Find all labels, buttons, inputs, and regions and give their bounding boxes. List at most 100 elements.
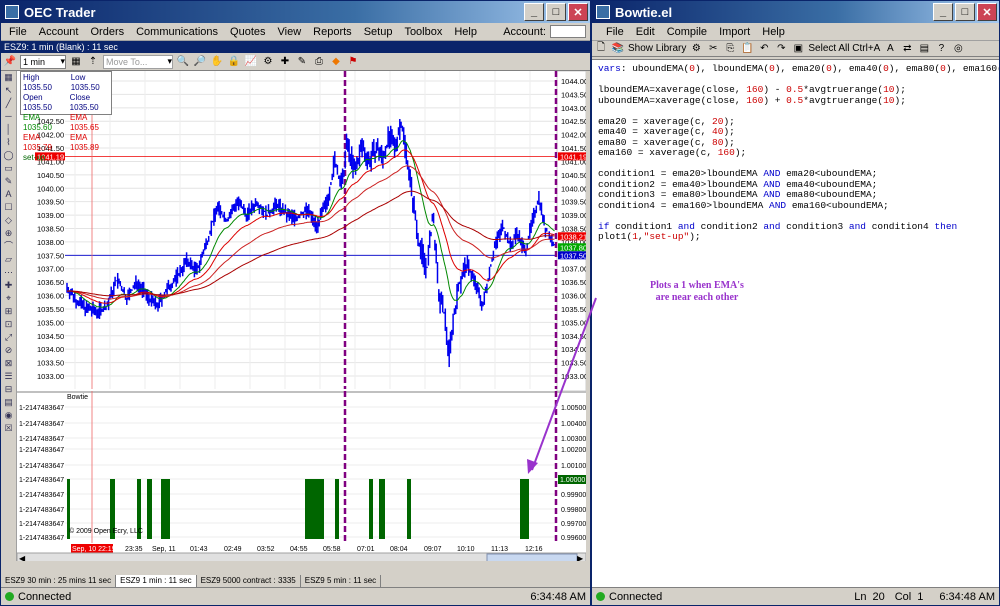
drawing-tool-icon[interactable]: │ bbox=[1, 123, 16, 136]
maximize-button[interactable]: □ bbox=[546, 3, 566, 21]
bars-icon[interactable]: ▦ bbox=[69, 55, 83, 69]
draw-icon[interactable]: ✎ bbox=[295, 55, 309, 69]
drawing-tool-icon[interactable]: ╱ bbox=[1, 97, 16, 110]
close-button[interactable]: ✕ bbox=[568, 3, 588, 21]
drawing-tool-icon[interactable]: ⊘ bbox=[1, 344, 16, 357]
find-icon[interactable]: A bbox=[883, 42, 897, 56]
left-price-tick-label: 1033.00 bbox=[37, 372, 64, 381]
drawing-tool-icon[interactable]: ▦ bbox=[1, 71, 16, 84]
drawing-tool-icon[interactable]: ☒ bbox=[1, 422, 16, 435]
drawing-tool-icon[interactable]: ▤ bbox=[1, 396, 16, 409]
settings-icon[interactable]: ⚙ bbox=[261, 55, 275, 69]
interval-select[interactable]: 1 min ▾ bbox=[20, 54, 66, 69]
move-to-field[interactable]: Move To... ▾ bbox=[103, 54, 173, 69]
menu-help[interactable]: Help bbox=[448, 26, 483, 38]
menu-account[interactable]: Account bbox=[33, 26, 85, 38]
drawing-tool-icon[interactable]: ⌇ bbox=[1, 136, 16, 149]
bowtie-menubar: File Edit Compile Import Help bbox=[592, 23, 999, 41]
select-all-button[interactable]: Select All Ctrl+A bbox=[808, 43, 880, 54]
legend-setup: set-up bbox=[23, 153, 46, 162]
zoom-in-icon[interactable]: 🔍 bbox=[176, 55, 190, 69]
indicator-chart[interactable]: Bowtie1-21474836471-21474836471-21474836… bbox=[17, 391, 586, 561]
replace-icon[interactable]: ⇄ bbox=[900, 42, 914, 56]
drawing-tool-icon[interactable]: ⤢ bbox=[1, 331, 16, 344]
drawing-tool-icon[interactable]: ◯ bbox=[1, 149, 16, 162]
drawing-tool-icon[interactable]: ☐ bbox=[1, 201, 16, 214]
menu-quotes[interactable]: Quotes bbox=[224, 26, 271, 38]
left-price-tick-label: 1035.50 bbox=[37, 305, 64, 314]
drawing-tool-icon[interactable]: ⊕ bbox=[1, 227, 16, 240]
drawing-tool-icon[interactable]: ✚ bbox=[1, 279, 16, 292]
drawing-tool-icon[interactable]: ⌒ bbox=[1, 240, 16, 253]
account-select[interactable] bbox=[550, 25, 586, 38]
code-editor[interactable]: vars: uboundEMA(0), lboundEMA(0), ema20(… bbox=[592, 59, 999, 589]
paste-icon[interactable]: 📋 bbox=[740, 42, 754, 56]
help-icon[interactable]: ? bbox=[934, 42, 948, 56]
left-price-tick-label: 1038.00 bbox=[37, 238, 64, 247]
flag-icon[interactable]: ⚑ bbox=[346, 55, 360, 69]
pin-icon[interactable]: 📌 bbox=[3, 55, 17, 69]
oec-titlebar[interactable]: OEC Trader _ □ ✕ bbox=[1, 1, 590, 23]
goto-icon[interactable]: ▤ bbox=[917, 42, 931, 56]
crosshair-icon[interactable]: ✚ bbox=[278, 55, 292, 69]
drawing-tool-icon[interactable]: ↖ bbox=[1, 84, 16, 97]
bowtie-close-button[interactable]: ✕ bbox=[977, 3, 997, 21]
bowtie-menu-help[interactable]: Help bbox=[756, 26, 791, 38]
drawing-tool-icon[interactable]: ⊟ bbox=[1, 383, 16, 396]
code-line: plot1(1,"set-up"); bbox=[598, 231, 701, 242]
menu-setup[interactable]: Setup bbox=[358, 26, 399, 38]
bowtie-maximize-button[interactable]: □ bbox=[955, 3, 975, 21]
drawing-tool-icon[interactable]: ▭ bbox=[1, 162, 16, 175]
time-label: 05:58 bbox=[323, 546, 341, 553]
zoom-out-icon[interactable]: 🔎 bbox=[193, 55, 207, 69]
bowtie-minimize-button[interactable]: _ bbox=[933, 3, 953, 21]
menu-view[interactable]: View bbox=[272, 26, 308, 38]
minimize-button[interactable]: _ bbox=[524, 3, 544, 21]
show-library-button[interactable]: Show Library bbox=[628, 43, 686, 54]
hand-icon[interactable]: ✋ bbox=[210, 55, 224, 69]
code-line: vars: uboundEMA(0), lboundEMA(0), ema20(… bbox=[598, 63, 1000, 74]
menu-communications[interactable]: Communications bbox=[130, 26, 224, 38]
drawing-tool-icon[interactable]: ☰ bbox=[1, 370, 16, 383]
drawing-tool-icon[interactable]: ▱ bbox=[1, 253, 16, 266]
bowtie-titlebar[interactable]: Bowtie.el _ □ ✕ bbox=[592, 1, 999, 23]
menu-orders[interactable]: Orders bbox=[84, 26, 130, 38]
new-file-icon[interactable]: 🗋 bbox=[594, 42, 608, 56]
drawing-tool-icon[interactable]: A bbox=[1, 188, 16, 201]
menu-file[interactable]: File bbox=[3, 26, 33, 38]
bowtie-menu-import[interactable]: Import bbox=[713, 26, 756, 38]
lock-icon[interactable]: 🔒 bbox=[227, 55, 241, 69]
menu-toolbox[interactable]: Toolbox bbox=[398, 26, 448, 38]
select-all-icon[interactable]: ▣ bbox=[791, 42, 805, 56]
cut-icon[interactable]: ✂ bbox=[706, 42, 720, 56]
library-icon[interactable]: 📚 bbox=[611, 42, 625, 56]
legend-close: Close 1035.50 bbox=[69, 93, 99, 112]
print-icon[interactable]: ⎙ bbox=[312, 55, 326, 69]
drawing-tool-icon[interactable]: ◇ bbox=[1, 214, 16, 227]
drawing-tool-icon[interactable]: ⌖ bbox=[1, 292, 16, 305]
indicator-right-label: 0.99600 bbox=[561, 535, 586, 542]
indicator-right-label: 1.00400 bbox=[561, 421, 586, 428]
chart-type-icon[interactable]: 📈 bbox=[244, 55, 258, 69]
indicator-right-label: 1.00200 bbox=[561, 447, 586, 454]
cursor-icon[interactable]: ⇡ bbox=[86, 55, 100, 69]
drawing-tool-icon[interactable]: ⋯ bbox=[1, 266, 16, 279]
compile-icon[interactable]: ⚙ bbox=[689, 42, 703, 56]
bowtie-menu-file[interactable]: File bbox=[600, 26, 630, 38]
options-icon[interactable]: ◎ bbox=[951, 42, 965, 56]
drawing-tool-icon[interactable]: ⊡ bbox=[1, 318, 16, 331]
redo-icon[interactable]: ↷ bbox=[774, 42, 788, 56]
copy-icon[interactable]: ⎘ bbox=[723, 42, 737, 56]
price-tick-label: 1036.00 bbox=[561, 292, 586, 301]
bowtie-menu-edit[interactable]: Edit bbox=[630, 26, 661, 38]
drawing-tool-icon[interactable]: ⊠ bbox=[1, 357, 16, 370]
setup-bar bbox=[335, 479, 339, 539]
bowtie-menu-compile[interactable]: Compile bbox=[661, 26, 713, 38]
drawing-tool-icon[interactable]: ⊞ bbox=[1, 305, 16, 318]
drawing-tool-icon[interactable]: ✎ bbox=[1, 175, 16, 188]
menu-reports[interactable]: Reports bbox=[307, 26, 358, 38]
drawing-tool-icon[interactable]: ─ bbox=[1, 110, 16, 123]
color-icon[interactable]: ◆ bbox=[329, 55, 343, 69]
undo-icon[interactable]: ↶ bbox=[757, 42, 771, 56]
drawing-tool-icon[interactable]: ◉ bbox=[1, 409, 16, 422]
